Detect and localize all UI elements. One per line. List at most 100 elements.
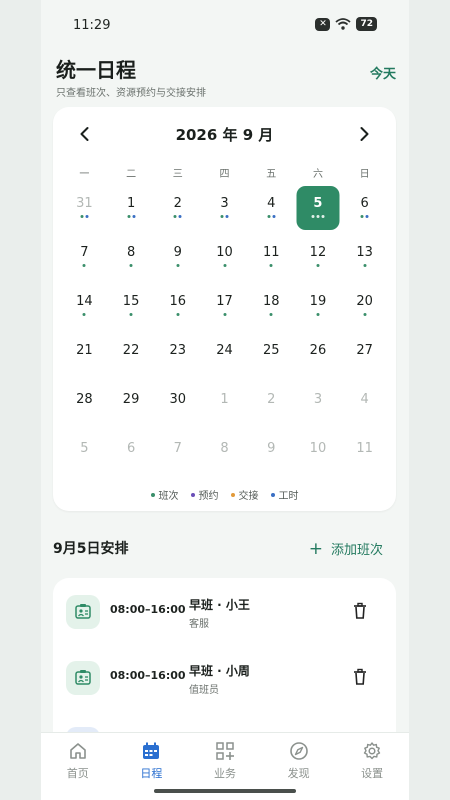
plus-icon: +	[308, 538, 323, 559]
calendar-day[interactable]: 5	[61, 431, 108, 480]
event-dot	[363, 313, 367, 316]
calendar-day[interactable]: 23	[154, 333, 201, 382]
weekday-label: 日	[359, 169, 370, 180]
calendar-day[interactable]: 18	[248, 284, 295, 333]
list-item[interactable]: 08:00–16:00 早班 · 小王 客服	[53, 582, 396, 642]
event-dot	[363, 264, 367, 267]
day-cell: 22	[110, 333, 153, 377]
day-number: 15	[122, 294, 140, 309]
calendar-day[interactable]: 17	[201, 284, 248, 333]
calendar-day[interactable]: 21	[61, 333, 108, 382]
day-number: 27	[356, 343, 373, 358]
calendar-day[interactable]: 1	[201, 382, 248, 431]
calendar-day[interactable]: 3	[201, 186, 248, 235]
day-cell: 9	[156, 235, 199, 279]
day-number: 17	[216, 294, 233, 309]
calendar-day[interactable]: 31	[61, 186, 108, 235]
calendar-day[interactable]: 2	[248, 382, 295, 431]
calendar-day[interactable]: 27	[341, 333, 388, 382]
calendar-day[interactable]: 2	[154, 186, 201, 235]
calendar-week: 7 8 9 10 11 12 13	[61, 235, 388, 284]
calendar-day[interactable]: 10	[295, 431, 342, 480]
shift-name: 早班 · 小周	[189, 664, 250, 678]
delete-icon[interactable]	[352, 668, 368, 686]
tab-home[interactable]: 首页	[41, 733, 115, 800]
app-screen: 11:29 ✕ 72 统一日程 只查看班次、资源预约与交接安排 今天 2026 …	[41, 0, 409, 800]
day-number: 2	[173, 196, 182, 211]
calendar-day[interactable]: 11	[248, 235, 295, 284]
event-dot	[129, 313, 133, 316]
selected-day: 5	[296, 186, 340, 230]
calendar-day[interactable]: 16	[154, 284, 201, 333]
calendar-day[interactable]: 4	[248, 186, 295, 235]
next-month-icon[interactable]	[354, 124, 374, 144]
calendar-day[interactable]: 5	[295, 186, 342, 235]
calendar-day[interactable]: 24	[201, 333, 248, 382]
day-cell: 23	[156, 333, 199, 377]
calendar-day[interactable]: 11	[341, 431, 388, 480]
calendar-header: 2026 年 9 月	[53, 107, 396, 163]
event-dot	[316, 264, 320, 267]
day-number: 7	[173, 441, 182, 456]
calendar-day[interactable]: 29	[108, 382, 155, 431]
calendar-day[interactable]: 6	[108, 431, 155, 480]
event-dot	[223, 264, 227, 267]
calendar-day[interactable]: 15	[108, 284, 155, 333]
event-dots	[156, 313, 199, 316]
calendar-legend: 班次 预约 交接 工时	[53, 487, 396, 502]
calendar-day[interactable]: 8	[201, 431, 248, 480]
calendar-day[interactable]: 14	[61, 284, 108, 333]
legend-dot	[150, 492, 155, 497]
day-cell: 25	[250, 333, 293, 377]
calendar-card: 2026 年 9 月 一二三四五六日 31 1 2 3 4 5 6 7 8 9 10 11 12 13 14…	[53, 107, 396, 511]
calendar-day[interactable]: 7	[61, 235, 108, 284]
page-subtitle: 只查看班次、资源预约与交接安排	[56, 88, 206, 99]
calendar-day[interactable]: 9	[154, 235, 201, 284]
day-cell: 1	[203, 382, 246, 426]
event-dot	[365, 215, 369, 218]
add-shift-button[interactable]: + 添加班次	[309, 539, 383, 558]
calendar-week: 28 29 30 1 2 3 4	[61, 382, 388, 431]
tab-settings[interactable]: 设置	[335, 733, 409, 800]
calendar-day[interactable]: 20	[341, 284, 388, 333]
calendar-day[interactable]: 22	[108, 333, 155, 382]
calendar-day[interactable]: 12	[295, 235, 342, 284]
event-dot	[220, 215, 224, 218]
day-number: 11	[356, 441, 373, 456]
event-dots	[63, 264, 106, 267]
calendar-day[interactable]: 13	[341, 235, 388, 284]
calendar-day[interactable]: 10	[201, 235, 248, 284]
calendar-day[interactable]: 19	[295, 284, 342, 333]
calendar-day[interactable]: 6	[341, 186, 388, 235]
event-dots	[110, 313, 153, 316]
calendar-day[interactable]: 4	[341, 382, 388, 431]
calendar-day[interactable]: 26	[295, 333, 342, 382]
day-number: 4	[267, 196, 276, 211]
calendar-day[interactable]: 1	[108, 186, 155, 235]
event-dots	[156, 215, 199, 218]
calendar-day[interactable]: 8	[108, 235, 155, 284]
day-cell: 24	[203, 333, 246, 377]
event-dots	[296, 313, 339, 316]
calendar-week: 21 22 23 24 25 26 27	[61, 333, 388, 382]
weekday-label: 二	[126, 169, 137, 180]
event-dots	[343, 215, 386, 218]
calendar-day[interactable]: 3	[295, 382, 342, 431]
calendar-day[interactable]: 7	[154, 431, 201, 480]
calendar-day[interactable]: 30	[154, 382, 201, 431]
delete-icon[interactable]	[352, 602, 368, 620]
day-cell: 10	[203, 235, 246, 279]
weekday-header: 一二三四五六日	[61, 165, 388, 180]
day-cell: 10	[296, 431, 339, 475]
list-item[interactable]: 08:00–16:00 早班 · 小周 值班员	[53, 648, 396, 708]
today-button[interactable]: 今天	[370, 63, 396, 82]
event-dot	[173, 215, 177, 218]
calendar-day[interactable]: 25	[248, 333, 295, 382]
day-number: 26	[309, 343, 327, 358]
calendar-day[interactable]: 28	[61, 382, 108, 431]
tab-label: 日程	[140, 767, 163, 780]
event-dot	[311, 215, 315, 218]
day-cell: 5	[63, 431, 106, 475]
weekday-label: 三	[172, 169, 183, 180]
calendar-day[interactable]: 9	[248, 431, 295, 480]
